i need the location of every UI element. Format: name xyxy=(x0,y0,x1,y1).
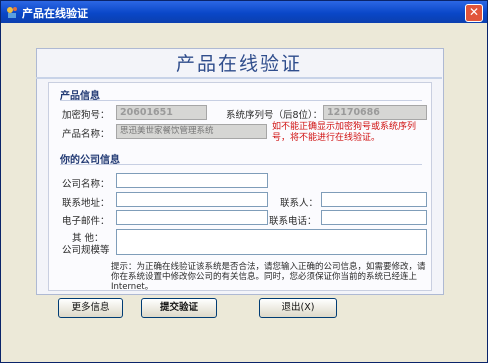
title-bar[interactable]: 产品在线验证 ✕ xyxy=(1,1,487,23)
company-size-label: 公司规模等 xyxy=(62,245,110,256)
page-title: 产品在线验证 xyxy=(175,53,302,75)
phone-label: 联系电话： xyxy=(269,216,317,227)
hint-text: 提示：为正确在线验证该系统是否合法，请您输入正确的公司信息，如需要修改，请你在系… xyxy=(111,262,426,292)
phone-input[interactable] xyxy=(321,210,427,225)
address-label: 联系地址： xyxy=(62,198,110,209)
heading-divider xyxy=(36,77,442,79)
close-button[interactable]: ✕ xyxy=(465,4,483,22)
section-divider xyxy=(60,164,422,165)
serial-number-label: 系统序列号（后8位）： xyxy=(226,110,323,121)
email-input[interactable] xyxy=(116,210,268,225)
encryption-code-label: 加密狗号： xyxy=(62,110,110,121)
email-label: 电子邮件： xyxy=(62,216,110,227)
other-info-textarea[interactable] xyxy=(116,229,427,255)
submit-validation-button[interactable]: 提交验证 xyxy=(141,298,217,318)
more-info-button[interactable]: 更多信息 xyxy=(58,298,123,318)
app-icon xyxy=(7,7,17,18)
product-name-field: 思迅美世家餐饮管理系统 xyxy=(116,124,267,139)
section-divider xyxy=(60,100,422,101)
company-name-label: 公司名称： xyxy=(62,179,110,190)
address-input[interactable] xyxy=(116,192,268,207)
contact-input[interactable] xyxy=(321,192,427,207)
warning-text: 如不能正确显示加密狗号或系统序列号，将不能进行在线验证。 xyxy=(272,122,417,143)
validation-window: 产品在线验证 ✕ 产品在线验证 产品信息 加密狗号： 20601651 系统序列… xyxy=(0,0,488,363)
company-name-input[interactable] xyxy=(116,173,268,188)
window-title: 产品在线验证 xyxy=(22,7,88,20)
exit-button[interactable]: 退出(X) xyxy=(259,298,337,318)
close-icon: ✕ xyxy=(468,5,480,19)
product-name-label: 产品名称： xyxy=(62,129,110,140)
encryption-code-field: 20601651 xyxy=(116,105,207,120)
contact-label: 联系人： xyxy=(280,198,319,209)
serial-number-field: 12170686 xyxy=(323,105,427,120)
